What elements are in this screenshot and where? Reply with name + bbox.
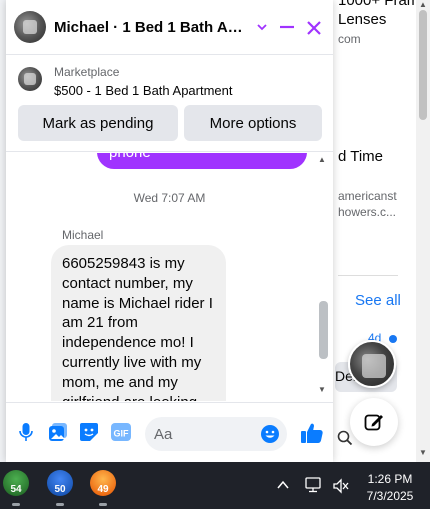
marketplace-listing: Marketplace $500 - 1 Bed 1 Bath Apartmen… xyxy=(6,56,333,152)
page-scrollbar[interactable]: ▲ ▼ xyxy=(416,0,430,462)
sticker-icon[interactable] xyxy=(79,422,99,447)
taskbar-app-2-indicator xyxy=(56,503,64,506)
message-scrollbar-thumb[interactable] xyxy=(319,301,328,359)
compose-icon xyxy=(364,414,383,431)
chat-window: Michael · 1 Bed 1 Bath Apa... Marketplac… xyxy=(6,0,333,462)
chevron-up-icon[interactable] xyxy=(276,478,290,496)
bg-ad2-domain: americanst xyxy=(338,189,397,203)
listing-thumbnail[interactable] xyxy=(18,67,42,91)
listing-title[interactable]: $500 - 1 Bed 1 Bath Apartment xyxy=(54,83,233,98)
taskbar-app-1[interactable]: 54 xyxy=(3,470,29,496)
minimize-icon[interactable] xyxy=(279,20,295,39)
taskbar-app-2[interactable]: 50 xyxy=(47,470,73,496)
message-list[interactable]: phone Wed 7:07 AM Michael 6605259843 is … xyxy=(6,153,333,401)
bg-ad2-title[interactable]: d Time xyxy=(338,148,383,165)
scroll-up-arrow-icon[interactable]: ▲ xyxy=(419,0,427,9)
taskbar-app-3-badge: 49 xyxy=(97,484,109,495)
emoji-icon[interactable] xyxy=(260,424,280,449)
system-clock[interactable]: 1:26 PM 7/3/2025 xyxy=(360,471,420,505)
taskbar-app-2-badge: 50 xyxy=(54,484,66,495)
message-scrollbar[interactable]: ▲ ▼ xyxy=(316,153,330,401)
taskbar-app-3-indicator xyxy=(99,503,107,506)
network-icon[interactable] xyxy=(305,477,323,498)
chat-title[interactable]: Michael · 1 Bed 1 Bath Apa... xyxy=(54,19,244,36)
avatar[interactable] xyxy=(14,11,46,43)
unread-dot xyxy=(389,335,397,343)
message-timestamp: Wed 7:07 AM xyxy=(133,191,206,205)
microphone-icon[interactable] xyxy=(18,422,34,447)
sent-message-bubble[interactable]: phone xyxy=(97,153,307,169)
received-message-bubble[interactable]: 6605259843 is my contact number, my name… xyxy=(51,245,226,401)
mark-as-pending-button[interactable]: Mark as pending xyxy=(18,105,178,141)
scroll-down-arrow-icon[interactable]: ▼ xyxy=(419,448,427,457)
chevron-down-icon[interactable] xyxy=(256,20,268,38)
bg-ad-title-2[interactable]: Lenses xyxy=(338,11,386,28)
photo-icon[interactable] xyxy=(48,422,68,447)
page-scrollbar-thumb[interactable] xyxy=(419,10,427,120)
marketplace-label: Marketplace xyxy=(54,65,120,79)
scroll-up-arrow-icon[interactable]: ▲ xyxy=(318,155,326,164)
new-message-button[interactable] xyxy=(350,398,398,446)
svg-text:GIF: GIF xyxy=(114,429,130,439)
windows-taskbar: 54 50 49 1:26 PM 7/3/2025 xyxy=(0,462,430,509)
clock-time: 1:26 PM xyxy=(367,472,413,486)
message-composer: GIF xyxy=(6,402,333,462)
chat-head-avatar[interactable] xyxy=(348,340,396,388)
taskbar-app-3[interactable]: 49 xyxy=(90,470,116,496)
taskbar-app-1-indicator xyxy=(12,503,20,506)
bg-divider xyxy=(338,275,398,276)
scroll-down-arrow-icon[interactable]: ▼ xyxy=(318,385,326,394)
see-all-link[interactable]: See all xyxy=(355,292,401,309)
clock-date: 7/3/2025 xyxy=(366,489,414,503)
chat-header[interactable]: Michael · 1 Bed 1 Bath Apa... xyxy=(6,0,333,55)
close-icon[interactable] xyxy=(306,20,322,41)
sent-message-text: phone xyxy=(109,153,151,161)
volume-muted-icon[interactable] xyxy=(332,478,350,499)
bg-ad2-domain-2: howers.c... xyxy=(338,205,397,219)
gif-icon[interactable]: GIF xyxy=(110,422,132,447)
more-options-button[interactable]: More options xyxy=(184,105,322,141)
taskbar-app-1-badge: 54 xyxy=(10,484,22,495)
sender-name: Michael xyxy=(62,228,104,242)
thumbs-up-icon[interactable] xyxy=(300,421,324,450)
bg-ad-domain: com xyxy=(338,32,361,46)
search-icon[interactable] xyxy=(337,430,353,451)
background-page xyxy=(330,0,430,462)
